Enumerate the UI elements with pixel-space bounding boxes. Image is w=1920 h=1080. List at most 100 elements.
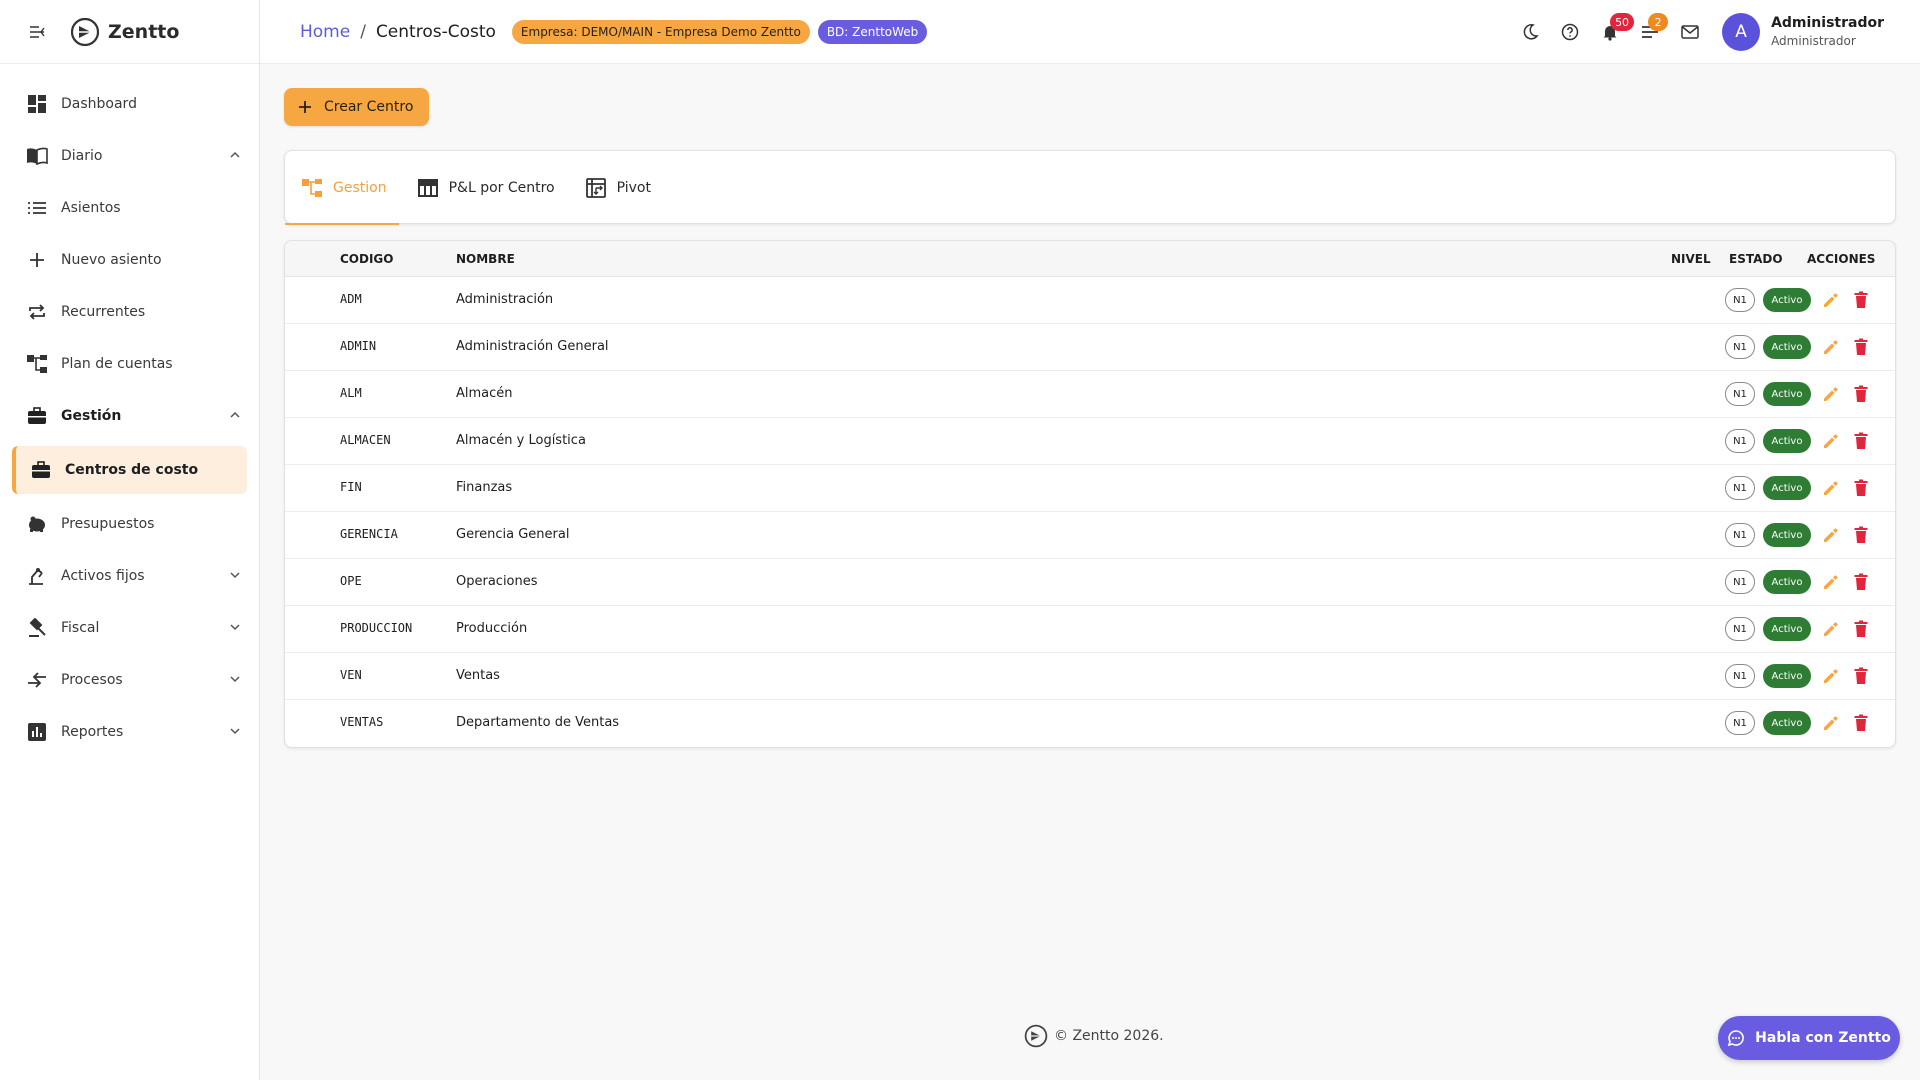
table-row[interactable]: ALMACEN Almacén y Logística N1 Activo — [285, 418, 1895, 465]
sidebar-item-label: Asientos — [61, 200, 121, 216]
delete-icon[interactable] — [1851, 384, 1871, 404]
cell-code: ALM — [340, 386, 362, 400]
table-row[interactable]: FIN Finanzas N1 Activo — [285, 465, 1895, 512]
zentto-logo-icon — [70, 17, 100, 46]
pivot-icon — [585, 177, 607, 199]
table-row[interactable]: OPE Operaciones N1 Activo — [285, 559, 1895, 606]
level-chip: N1 — [1725, 711, 1755, 735]
tab-gestion[interactable]: Gestion — [285, 151, 399, 225]
chevron-down-icon — [230, 572, 240, 579]
edit-icon[interactable] — [1821, 478, 1841, 498]
column-header-state[interactable]: ESTADO — [1729, 252, 1783, 266]
breadcrumb-home-link[interactable]: Home — [300, 22, 350, 42]
breadcrumb-separator: / — [360, 21, 366, 42]
edit-icon[interactable] — [1821, 290, 1841, 310]
database-chip[interactable]: BD: ZenttoWeb — [817, 19, 928, 44]
sidebar-item-plan-de-cuentas[interactable]: Plan de cuentas — [0, 338, 259, 390]
delete-icon[interactable] — [1851, 619, 1871, 639]
cell-name: Almacén y Logística — [456, 433, 586, 448]
table-row[interactable]: VEN Ventas N1 Activo — [285, 653, 1895, 700]
table-row[interactable]: PRODUCCION Producción N1 Activo — [285, 606, 1895, 653]
level-chip: N1 — [1725, 570, 1755, 594]
plus-icon — [26, 249, 48, 271]
chat-bubble-icon — [1727, 1030, 1745, 1047]
cell-name: Producción — [456, 621, 528, 636]
level-chip: N1 — [1725, 664, 1755, 688]
edit-icon[interactable] — [1821, 666, 1841, 686]
sidebar-item-fiscal[interactable]: Fiscal — [0, 602, 259, 654]
notifications-badge: 50 — [1610, 13, 1635, 31]
sidebar-item-label: Fiscal — [61, 620, 100, 636]
status-badge: Activo — [1763, 288, 1811, 312]
sidebar-item-label: Diario — [61, 148, 103, 164]
table-row[interactable]: ALM Almacén N1 Activo — [285, 371, 1895, 418]
status-badge: Activo — [1763, 664, 1811, 688]
sidebar-item-dashboard[interactable]: Dashboard — [0, 78, 259, 130]
cell-code: GERENCIA — [340, 527, 398, 541]
delete-icon[interactable] — [1851, 666, 1871, 686]
sidebar-item-recurrentes[interactable]: Recurrentes — [0, 286, 259, 338]
sidebar-item-procesos[interactable]: Procesos — [0, 654, 259, 706]
table-row[interactable]: ADM Administración N1 Activo — [285, 277, 1895, 324]
edit-icon[interactable] — [1821, 525, 1841, 545]
book-icon — [26, 145, 48, 167]
status-badge: Activo — [1763, 711, 1811, 735]
chat-with-zentto-button[interactable]: Habla con Zentto — [1718, 1016, 1900, 1060]
delete-icon[interactable] — [1851, 525, 1871, 545]
edit-icon[interactable] — [1821, 337, 1841, 357]
list-icon — [26, 197, 48, 219]
theme-toggle-button[interactable] — [1512, 14, 1548, 50]
edit-icon[interactable] — [1821, 431, 1841, 451]
tasks-button[interactable]: 2 — [1632, 13, 1669, 50]
company-chip[interactable]: Empresa: DEMO/MAIN - Empresa Demo Zentto — [511, 19, 810, 44]
page-title: Centros-Costo — [375, 21, 496, 42]
cell-name: Operaciones — [456, 574, 538, 589]
edit-icon[interactable] — [1821, 619, 1841, 639]
delete-icon[interactable] — [1851, 337, 1871, 357]
sidebar-item-presupuestos[interactable]: Presupuestos — [0, 498, 259, 550]
column-header-name[interactable]: NOMBRE — [456, 252, 515, 266]
sidebar-item-reportes[interactable]: Reportes — [0, 706, 259, 758]
delete-icon[interactable] — [1851, 431, 1871, 451]
sidebar-item-label: Procesos — [61, 672, 123, 688]
sidebar-item-diario[interactable]: Diario — [0, 130, 259, 182]
help-button[interactable] — [1552, 14, 1588, 50]
chat-label: Habla con Zentto — [1755, 1030, 1891, 1046]
edit-icon[interactable] — [1821, 572, 1841, 592]
cell-code: ALMACEN — [340, 433, 391, 447]
sidebar-item-nuevo-asiento[interactable]: Nuevo asiento — [0, 234, 259, 286]
level-chip: N1 — [1725, 429, 1755, 453]
sidebar-item-centros-de-costo[interactable]: Centros de costo — [12, 446, 247, 494]
delete-icon[interactable] — [1851, 713, 1871, 733]
sidebar-item-activos-fijos[interactable]: Activos fijos — [0, 550, 259, 602]
dashboard-icon — [26, 93, 48, 115]
create-center-button[interactable]: Crear Centro — [284, 88, 430, 126]
column-header-actions: ACCIONES — [1807, 252, 1876, 266]
edit-icon[interactable] — [1821, 384, 1841, 404]
edit-icon[interactable] — [1821, 713, 1841, 733]
delete-icon[interactable] — [1851, 478, 1871, 498]
delete-icon[interactable] — [1851, 290, 1871, 310]
notifications-button[interactable]: 50 — [1592, 13, 1635, 50]
avatar[interactable]: A — [1722, 13, 1761, 51]
table-row[interactable]: GERENCIA Gerencia General N1 Activo — [285, 512, 1895, 559]
cell-code: OPE — [340, 574, 362, 588]
plus-icon — [299, 101, 311, 113]
swap-icon — [26, 669, 48, 691]
table-row[interactable]: VENTAS Departamento de Ventas N1 Activo — [285, 700, 1895, 747]
tab-pivot[interactable]: Pivot — [585, 151, 663, 224]
cell-name: Gerencia General — [456, 527, 570, 542]
menu-collapse-icon[interactable] — [26, 21, 48, 43]
delete-icon[interactable] — [1851, 572, 1871, 592]
tab-label: P&L por Centro — [448, 179, 555, 196]
sidebar-item-asientos[interactable]: Asientos — [0, 182, 259, 234]
precision-tool-icon — [26, 565, 48, 587]
app-logo[interactable]: Zentto — [70, 17, 179, 47]
table-row[interactable]: ADMIN Administración General N1 Activo — [285, 324, 1895, 371]
column-header-code[interactable]: CODIGO — [340, 252, 393, 266]
tab-pl-por-centro[interactable]: P&L por Centro — [417, 151, 567, 224]
sidebar-item-gestion[interactable]: Gestión — [0, 390, 259, 442]
user-menu[interactable]: Administrador Administrador — [1771, 15, 1884, 48]
messages-button[interactable] — [1672, 14, 1708, 50]
column-header-level[interactable]: NIVEL — [1671, 252, 1711, 266]
